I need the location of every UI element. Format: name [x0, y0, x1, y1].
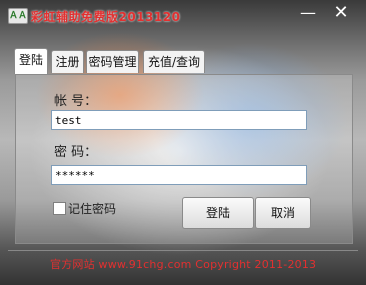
window-title: 彩虹辅助免费版2013120: [31, 10, 181, 24]
footer-divider: [8, 250, 358, 251]
close-button[interactable]: ✕: [328, 3, 354, 25]
password-input[interactable]: ******: [51, 165, 307, 185]
footer-text[interactable]: 官方网站 www.91chg.com Copyright 2011-2013: [50, 256, 316, 272]
cancel-button[interactable]: 取消: [255, 197, 311, 229]
account-label: 帐 号：: [54, 94, 98, 109]
minimize-button[interactable]: —: [295, 3, 321, 25]
tab-register[interactable]: 注册: [51, 50, 84, 73]
login-button[interactable]: 登陆: [182, 197, 254, 229]
tab-recharge-query[interactable]: 充值/查询: [143, 50, 205, 73]
tab-password-management[interactable]: 密码管理: [86, 50, 139, 73]
tab-login[interactable]: 登陆: [14, 48, 48, 74]
app-icon: ＡＡ: [8, 8, 28, 24]
remember-label: 记住密码: [68, 202, 117, 216]
password-label: 密 码：: [54, 145, 98, 160]
login-window: ＡＡ 彩虹辅助免费版2013120 — ✕ 登陆 注册 密码管理 充值/查询 帐…: [0, 0, 366, 285]
title-bar[interactable]: ＡＡ 彩虹辅助免费版2013120 — ✕: [0, 0, 366, 34]
account-input[interactable]: test: [51, 110, 307, 130]
remember-checkbox[interactable]: [53, 202, 66, 215]
